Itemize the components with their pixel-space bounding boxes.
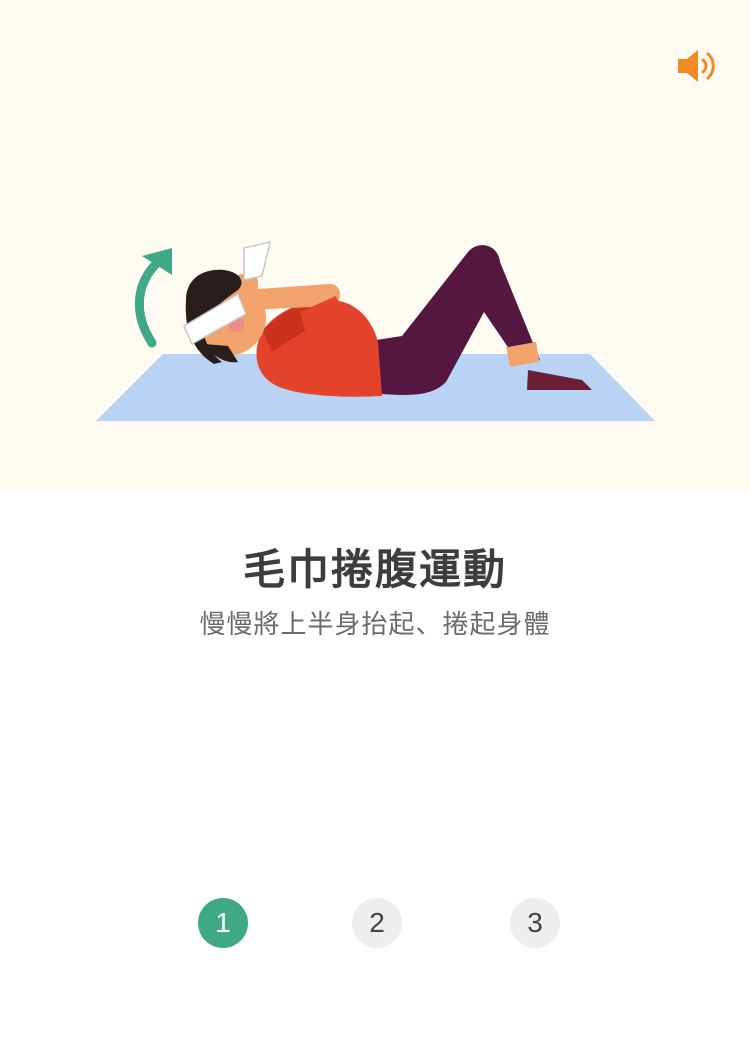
towel-crunch-illustration	[96, 240, 655, 421]
curl-up-arrow-icon	[134, 248, 172, 348]
exercise-illustration-panel	[0, 0, 750, 490]
exercise-title: 毛巾捲腹運動	[242, 545, 507, 594]
step-3-button[interactable]: 3	[510, 898, 560, 948]
speaker-icon	[678, 50, 715, 82]
exercise-description: 慢慢將上半身抬起、捲起身體	[199, 610, 551, 640]
step-2-button[interactable]: 2	[352, 898, 402, 948]
step-indicator: 1 2 3	[0, 898, 750, 950]
step-1-button[interactable]: 1	[198, 898, 248, 948]
sound-toggle-button[interactable]	[672, 44, 722, 88]
